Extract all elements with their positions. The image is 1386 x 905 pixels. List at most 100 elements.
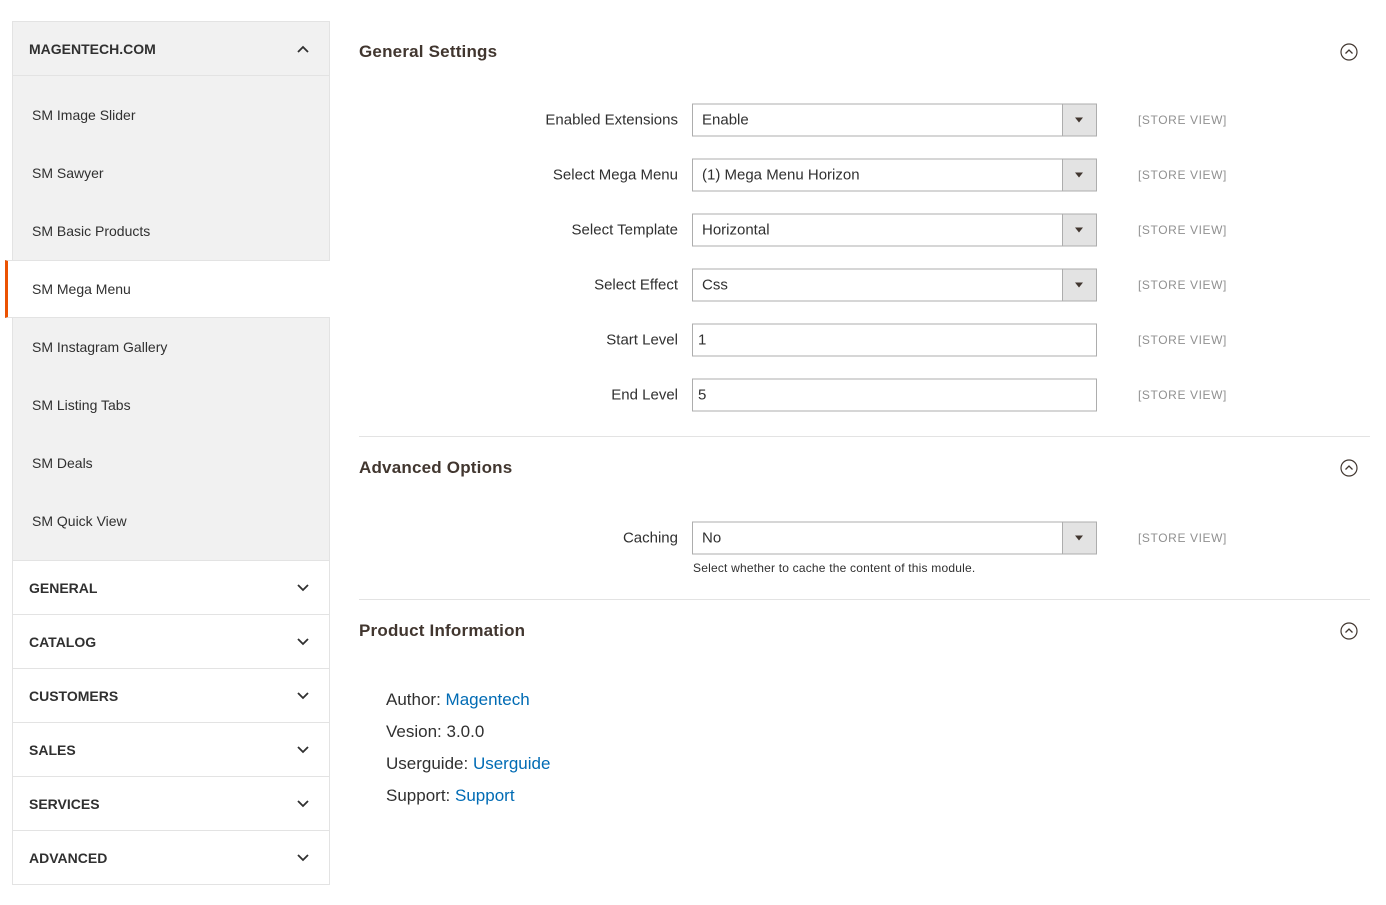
caching-note: Select whether to cache the content of t…	[693, 561, 976, 575]
sidebar-item-sm-listing-tabs[interactable]: SM Listing Tabs	[13, 376, 329, 434]
select-arrow[interactable]	[1062, 159, 1096, 190]
field-row-select-effect: Select Effect Css [STORE VIEW]	[359, 257, 1370, 312]
enabled-extensions-select[interactable]: Enable	[692, 103, 1097, 136]
select-value: (1) Mega Menu Horizon	[702, 166, 860, 183]
sidebar-item-label: SM Image Slider	[32, 107, 136, 123]
field-label: End Level	[611, 386, 678, 403]
advanced-options-panel: Advanced Options Caching No [STORE VIEW]…	[359, 437, 1370, 599]
select-value: No	[702, 529, 722, 546]
author-line: Author: Magentech	[386, 684, 1370, 716]
sidebar-item-label: SM Instagram Gallery	[32, 339, 168, 355]
caret-down-icon	[1075, 282, 1083, 287]
chevron-down-icon	[297, 853, 309, 861]
panel-title: General Settings	[359, 41, 498, 61]
chevron-down-icon	[297, 745, 309, 753]
input-value: 1	[698, 331, 707, 348]
sidebar-item-label: SM Listing Tabs	[32, 397, 131, 413]
select-arrow[interactable]	[1062, 269, 1096, 300]
end-level-input[interactable]: 5	[692, 378, 1097, 411]
select-value: Enable	[702, 111, 749, 128]
select-arrow[interactable]	[1062, 522, 1096, 553]
field-label: Select Mega Menu	[552, 166, 678, 183]
sidebar-group-customers: CUSTOMERS	[13, 669, 329, 723]
support-label: Support:	[386, 786, 451, 805]
sidebar-item-label: SM Quick View	[32, 513, 127, 529]
sidebar-group-title: MAGENTECH.COM	[29, 40, 156, 57]
userguide-label: Userguide:	[386, 754, 469, 773]
field-label: Select Template	[571, 221, 678, 238]
scope-label: [STORE VIEW]	[1138, 387, 1227, 402]
chevron-down-icon	[297, 799, 309, 807]
config-sidebar: MAGENTECH.COM SM Image Slider SM Sawyer …	[5, 21, 330, 885]
sidebar-group-general: GENERAL	[13, 561, 329, 615]
sidebar-group-advanced: ADVANCED	[13, 831, 329, 884]
circle-chevron-up-icon	[1340, 42, 1358, 61]
sidebar-group-services-header[interactable]: SERVICES	[13, 777, 329, 831]
chevron-down-icon	[297, 583, 309, 591]
select-arrow[interactable]	[1062, 214, 1096, 245]
sidebar-item-sm-basic-products[interactable]: SM Basic Products	[13, 202, 329, 260]
input-value: 5	[698, 386, 707, 403]
sidebar-group-title: SALES	[29, 741, 76, 758]
field-row-enabled-extensions: Enabled Extensions Enable [STORE VIEW]	[359, 92, 1370, 147]
config-main: General Settings Enabled Extensions Enab…	[359, 21, 1370, 812]
sidebar-group-advanced-header[interactable]: ADVANCED	[13, 831, 329, 884]
author-link[interactable]: Magentech	[446, 690, 530, 709]
general-settings-panel: General Settings Enabled Extensions Enab…	[359, 21, 1370, 436]
sidebar-group-catalog-header[interactable]: CATALOG	[13, 615, 329, 669]
sidebar-group-title: GENERAL	[29, 579, 98, 596]
caret-down-icon	[1075, 172, 1083, 177]
scope-label: [STORE VIEW]	[1138, 112, 1227, 127]
sidebar-group-general-header[interactable]: GENERAL	[13, 561, 329, 615]
sidebar-item-label: SM Deals	[32, 455, 93, 471]
sidebar-item-sm-quick-view[interactable]: SM Quick View	[13, 492, 329, 550]
sidebar-item-sm-instagram-gallery[interactable]: SM Instagram Gallery	[13, 318, 329, 376]
caret-down-icon	[1075, 535, 1083, 540]
sidebar-item-label: SM Mega Menu	[32, 281, 131, 297]
chevron-up-icon	[297, 45, 309, 53]
select-template-select[interactable]: Horizontal	[692, 213, 1097, 246]
scope-label: [STORE VIEW]	[1138, 332, 1227, 347]
support-line: Support: Support	[386, 780, 1370, 812]
scope-label: [STORE VIEW]	[1138, 222, 1227, 237]
select-arrow[interactable]	[1062, 104, 1096, 135]
sidebar-group-catalog: CATALOG	[13, 615, 329, 669]
advanced-options-header[interactable]: Advanced Options	[359, 437, 1370, 498]
scope-label: [STORE VIEW]	[1138, 167, 1227, 182]
sidebar-item-sm-deals[interactable]: SM Deals	[13, 434, 329, 492]
circle-chevron-up-icon	[1340, 621, 1358, 640]
select-effect-select[interactable]: Css	[692, 268, 1097, 301]
sidebar-sub-list: SM Image Slider SM Sawyer SM Basic Produ…	[5, 76, 330, 560]
product-info-list: Author: Magentech Vesion: 3.0.0 Userguid…	[359, 684, 1370, 812]
sidebar-group-magentech: MAGENTECH.COM SM Image Slider SM Sawyer …	[5, 22, 330, 561]
sidebar-group-sales-header[interactable]: SALES	[13, 723, 329, 777]
caching-select[interactable]: No	[692, 521, 1097, 554]
scope-label: [STORE VIEW]	[1138, 277, 1227, 292]
panel-title: Advanced Options	[359, 457, 513, 477]
scope-label: [STORE VIEW]	[1138, 530, 1227, 545]
general-settings-header[interactable]: General Settings	[359, 21, 1370, 82]
sidebar-group-title: SERVICES	[29, 795, 100, 812]
field-row-end-level: End Level 5 [STORE VIEW]	[359, 367, 1370, 422]
caret-down-icon	[1075, 117, 1083, 122]
start-level-input[interactable]: 1	[692, 323, 1097, 356]
version-line: Vesion: 3.0.0	[386, 716, 1370, 748]
sidebar-item-sm-sawyer[interactable]: SM Sawyer	[13, 144, 329, 202]
chevron-down-icon	[297, 691, 309, 699]
select-mega-menu-select[interactable]: (1) Mega Menu Horizon	[692, 158, 1097, 191]
field-label: Caching	[622, 529, 678, 546]
sidebar-group-customers-header[interactable]: CUSTOMERS	[13, 669, 329, 723]
userguide-line: Userguide: Userguide	[386, 748, 1370, 780]
sidebar-group-title: ADVANCED	[29, 849, 108, 866]
product-information-header[interactable]: Product Information	[359, 600, 1370, 661]
select-value: Horizontal	[702, 221, 770, 238]
select-value: Css	[702, 276, 728, 293]
support-link[interactable]: Support	[455, 786, 515, 805]
sidebar-item-sm-mega-menu[interactable]: SM Mega Menu	[5, 260, 330, 318]
caret-down-icon	[1075, 227, 1083, 232]
field-label: Select Effect	[594, 276, 678, 293]
sidebar-group-title: CATALOG	[29, 633, 97, 650]
sidebar-item-sm-image-slider[interactable]: SM Image Slider	[13, 86, 329, 144]
userguide-link[interactable]: Userguide	[473, 754, 551, 773]
sidebar-group-magentech-header[interactable]: MAGENTECH.COM	[13, 22, 329, 76]
